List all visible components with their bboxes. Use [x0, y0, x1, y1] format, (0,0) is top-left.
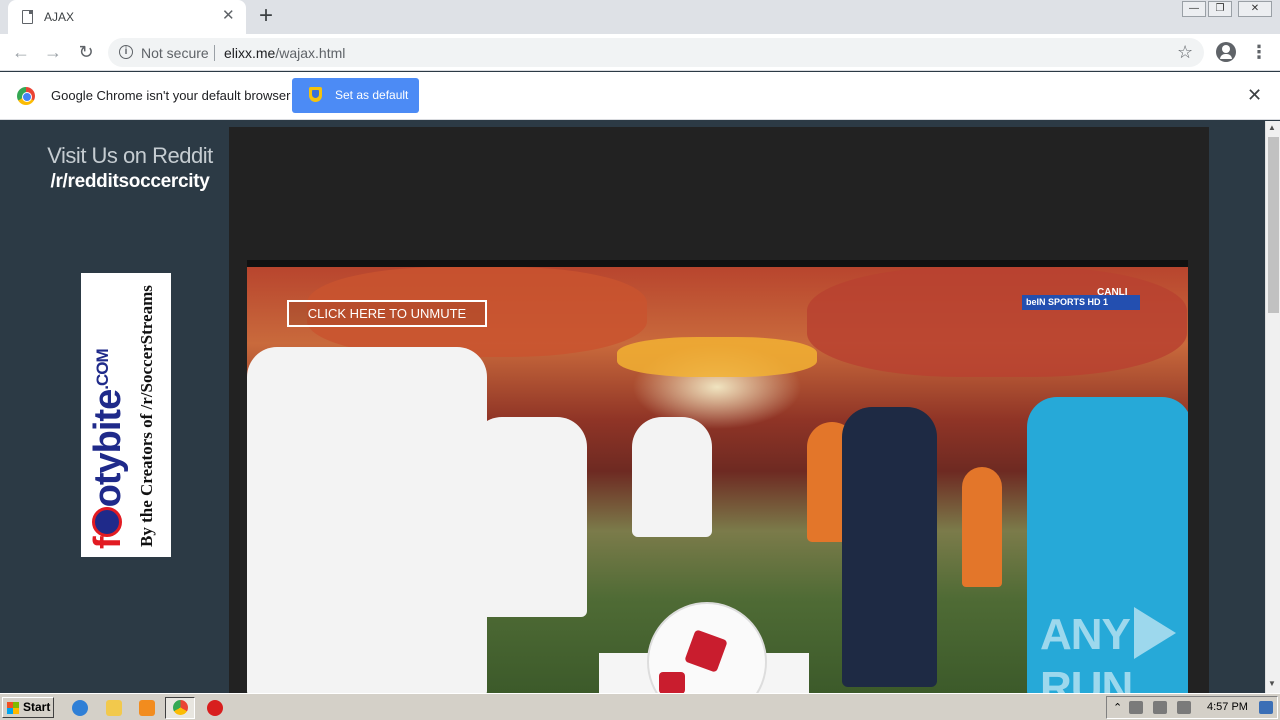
child-figure	[962, 467, 1002, 587]
page-icon	[22, 10, 33, 24]
taskbar-clock[interactable]: 4:57 PM	[1207, 701, 1248, 713]
back-arrow-icon[interactable]: ←	[9, 40, 33, 64]
flag-icon[interactable]	[1177, 701, 1191, 714]
url-text[interactable]: elixx.me/wajax.html	[224, 45, 345, 61]
video-player[interactable]: CLICK HERE TO UNMUTE CANLI beIN SPORTS H…	[247, 260, 1188, 693]
security-label[interactable]: Not secure	[141, 45, 209, 61]
tab-ajax[interactable]: AJAX ✕	[8, 0, 246, 34]
page-content: Visit Us on Reddit /r/redditsoccercity f…	[0, 121, 1265, 693]
system-tray: ⌃	[1106, 696, 1278, 719]
player-figure	[247, 347, 487, 693]
logo-rest: otybite	[87, 389, 129, 508]
anyrun-watermark: ANY RUN	[1040, 607, 1188, 693]
tray-expand-icon[interactable]: ⌃	[1113, 701, 1127, 714]
tunnel-banner-shape	[617, 337, 817, 377]
windows-logo-icon	[7, 702, 19, 714]
folder-icon[interactable]	[106, 700, 122, 716]
stop-icon[interactable]	[207, 700, 223, 716]
official-figure	[842, 407, 937, 687]
scroll-up-arrow-icon[interactable]: ▲	[1268, 123, 1276, 132]
football-icon	[91, 507, 122, 538]
address-bar[interactable]: i Not secure elixx.me/wajax.html ☆	[108, 38, 1204, 67]
banner-rotated-content: f otybite.COM By the Creators of /r/Socce…	[81, 275, 171, 555]
window-close-button[interactable]: ✕	[1238, 1, 1272, 17]
bookmark-star-icon[interactable]: ☆	[1177, 42, 1193, 62]
play-triangle-icon	[1133, 607, 1176, 660]
reddit-heading[interactable]: Visit Us on Reddit	[0, 143, 260, 169]
video-player-frame: CLICK HERE TO UNMUTE CANLI beIN SPORTS H…	[229, 127, 1209, 693]
default-browser-infobar: Google Chrome isn't your default browser…	[0, 72, 1280, 120]
scrollbar-thumb[interactable]	[1268, 137, 1279, 313]
volume-icon[interactable]	[1153, 701, 1167, 714]
url-path: /wajax.html	[275, 45, 346, 61]
windows-taskbar: Start ⌃ 4:57 PM	[0, 693, 1280, 720]
infobar-close-icon[interactable]: ✕	[1247, 85, 1262, 105]
vertical-scrollbar[interactable]: ▲ ▼	[1265, 121, 1280, 693]
restore-button[interactable]: ❐	[1208, 1, 1232, 17]
logo-letter-f: f	[87, 537, 129, 549]
reload-icon[interactable]: ↻	[74, 40, 98, 64]
network-icon[interactable]	[1129, 701, 1143, 714]
player-figure	[472, 417, 587, 617]
minimize-button[interactable]: —	[1182, 1, 1206, 17]
tab-title: AJAX	[44, 10, 75, 24]
info-icon[interactable]: i	[119, 45, 133, 59]
chrome-logo-icon	[17, 87, 35, 105]
crowd-shape	[807, 267, 1187, 377]
menu-kebab-icon[interactable]: ⋮	[1250, 40, 1268, 64]
media-player-icon[interactable]	[139, 700, 155, 716]
tab-strip: AJAX ✕ + — ❐ ✕	[0, 0, 1280, 34]
show-desktop-icon[interactable]	[1259, 701, 1273, 714]
profile-avatar-icon[interactable]	[1216, 42, 1236, 62]
scroll-down-arrow-icon[interactable]: ▼	[1268, 679, 1276, 688]
url-host: elixx.me	[224, 45, 276, 61]
set-as-default-label: Set as default	[335, 88, 409, 102]
infobar-message: Google Chrome isn't your default browser	[51, 88, 291, 103]
channel-logo: beIN SPORTS HD 1	[1022, 295, 1140, 310]
tab-close-icon[interactable]: ✕	[222, 7, 235, 25]
forward-arrow-icon[interactable]: →	[41, 40, 65, 64]
start-label: Start	[23, 700, 51, 714]
chrome-taskbar-icon[interactable]	[165, 697, 195, 719]
start-button[interactable]: Start	[2, 697, 54, 718]
watermark-left: ANY	[1040, 610, 1131, 659]
footybite-banner[interactable]: f otybite.COM By the Creators of /r/Socce…	[81, 273, 171, 557]
new-tab-button[interactable]: +	[259, 3, 273, 29]
logo-com: .COM	[93, 349, 112, 390]
match-ball	[647, 602, 767, 693]
browser-toolbar: ← → ↻ i Not secure elixx.me/wajax.html ☆…	[0, 34, 1280, 71]
set-as-default-button[interactable]: Set as default	[292, 78, 419, 113]
unmute-button[interactable]: CLICK HERE TO UNMUTE	[287, 300, 487, 327]
player-figure	[632, 417, 712, 537]
watermark-right: RUN	[1040, 663, 1133, 693]
reddit-subreddit-link[interactable]: /r/redditsoccercity	[0, 171, 260, 193]
internet-explorer-icon[interactable]	[72, 700, 88, 716]
banner-tagline: By the Creators of /r/SoccerStreams	[137, 285, 156, 547]
divider	[214, 45, 215, 61]
shield-icon	[309, 87, 322, 102]
footybite-logo: f otybite.COM	[87, 349, 130, 549]
